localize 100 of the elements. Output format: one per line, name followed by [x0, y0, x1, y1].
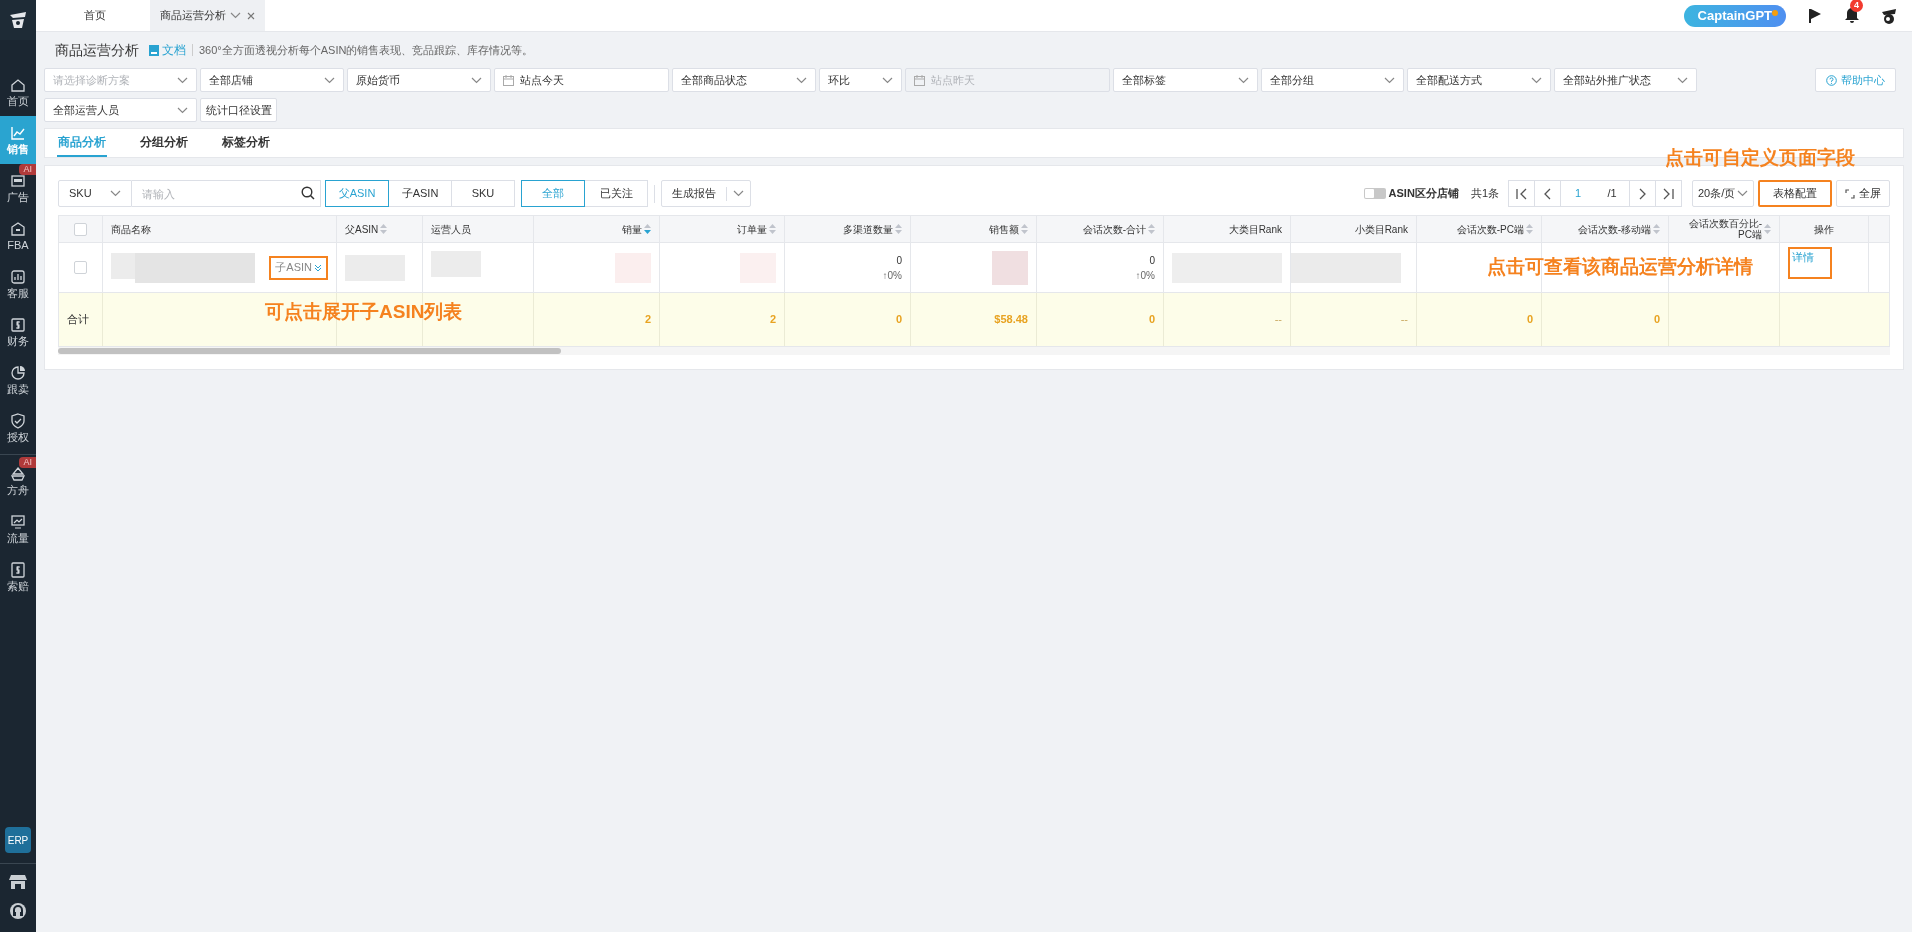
notification-badge: 4 [1850, 0, 1863, 12]
report-dropdown-button[interactable]: 生成报告 [661, 180, 751, 207]
tab[interactable]: 商品运营分析 [150, 0, 265, 31]
toggle-label: ASIN区分店铺 [1388, 186, 1459, 202]
chevron-down-icon [1238, 76, 1249, 84]
blurred-placeholder [992, 250, 1028, 285]
bell-icon[interactable] [1844, 7, 1860, 24]
tab[interactable]: 标签分析 [221, 129, 271, 157]
flag-icon[interactable] [1808, 7, 1822, 24]
user-avatar-icon[interactable] [1880, 6, 1898, 25]
segment-button[interactable]: SKU [451, 180, 515, 207]
dropdown[interactable]: 全部站外推广状态 [1554, 68, 1697, 92]
fullscreen-button[interactable]: 全屏 [1836, 180, 1890, 207]
sidebar-item[interactable]: 索赔 [0, 553, 36, 601]
dollar-icon [10, 317, 26, 333]
expand-child-asin-button[interactable]: 子ASIN [269, 255, 328, 280]
dropdown[interactable]: 全部标签 [1113, 68, 1258, 92]
sort-icon[interactable] [1764, 224, 1771, 234]
dropdown[interactable]: 全部分组 [1261, 68, 1404, 92]
column-header[interactable]: 订单量 [737, 223, 776, 235]
double-chevron-icon [314, 263, 322, 272]
next-page-button[interactable] [1629, 180, 1656, 207]
segment-button[interactable]: 已关注 [584, 180, 648, 207]
chevron-down-icon [110, 190, 121, 197]
checkbox[interactable] [74, 222, 87, 236]
sidebar-item[interactable]: AI 方舟 [0, 457, 36, 505]
column-header[interactable]: 会话次数-移动端 [1577, 223, 1660, 235]
search-icon[interactable] [301, 186, 315, 200]
sidebar-item[interactable]: 流量 [0, 505, 36, 553]
column-header[interactable]: 多渠道数量 [843, 223, 902, 235]
total-value: 2 [644, 312, 651, 328]
sidebar-item[interactable]: 跟卖 [0, 356, 36, 404]
sidebar-item[interactable]: 授权 [0, 404, 36, 452]
last-page-icon [1662, 186, 1675, 201]
first-page-icon [1515, 186, 1528, 201]
sort-icon[interactable] [380, 224, 388, 234]
total-value: 0 [1526, 312, 1533, 328]
sort-icon[interactable] [1653, 224, 1660, 234]
sidebar-item[interactable]: 首页 [0, 68, 36, 116]
chevron-down-icon [1737, 190, 1748, 197]
page-field[interactable]: 1 /1 [1560, 180, 1630, 207]
column-header[interactable]: 销量 [622, 223, 651, 235]
value-text: 0 [1149, 253, 1155, 268]
store-icon[interactable] [9, 874, 27, 890]
column-header[interactable]: 运营人员 [431, 223, 471, 235]
sidebar-item[interactable]: 财务 [0, 308, 36, 356]
sort-icon[interactable] [1148, 224, 1155, 234]
dropdown[interactable]: 全部店铺 [200, 68, 344, 92]
column-header[interactable]: 小类目Rank [1354, 223, 1408, 235]
ad-icon [10, 173, 26, 189]
sidebar-item[interactable]: AI 广告 [0, 164, 36, 212]
dropdown[interactable]: 原始货币 [347, 68, 491, 92]
tab[interactable]: 分组分析 [139, 129, 189, 157]
page-size-dropdown[interactable]: 20条/页 [1692, 180, 1754, 207]
previous-page-button[interactable] [1534, 180, 1561, 207]
headset-icon[interactable] [9, 902, 27, 920]
chevron-down-icon [796, 76, 807, 84]
column-header[interactable]: 商品名称 [111, 223, 151, 235]
ship-icon [10, 466, 26, 482]
table-settings-button[interactable]: 表格配置 [1758, 180, 1832, 207]
column-header[interactable]: 会话次数-合计 [1082, 223, 1155, 235]
date-field[interactable]: 站点今天 [494, 68, 669, 92]
sort-icon[interactable] [644, 224, 651, 234]
sort-icon[interactable] [1526, 224, 1533, 234]
sidebar-item[interactable]: FBA [0, 212, 36, 260]
chevron-down-icon [177, 76, 188, 84]
dropdown[interactable]: 全部运营人员 [44, 98, 197, 122]
tab[interactable]: 首页 [40, 0, 150, 31]
last-page-button[interactable] [1655, 180, 1682, 207]
sort-icon[interactable] [1021, 224, 1028, 234]
first-page-button[interactable] [1508, 180, 1535, 207]
close-icon[interactable] [247, 11, 255, 20]
column-header[interactable]: 会话次数百分比-PC端 [1677, 218, 1771, 240]
chevron-down-icon [177, 106, 188, 114]
dropdown[interactable]: 全部商品状态 [672, 68, 816, 92]
erp-button[interactable]: ERP [5, 827, 31, 853]
column-header[interactable]: 父ASIN [345, 223, 388, 235]
sidebar-item[interactable]: 客服 [0, 260, 36, 308]
total-value: 2 [769, 312, 776, 328]
toggle-switch[interactable] [1363, 188, 1386, 199]
sort-icon[interactable] [895, 224, 902, 234]
column-header[interactable]: 销售额 [989, 223, 1028, 235]
page-title: 商品运营分析 [55, 40, 139, 60]
chevron-down-icon [471, 76, 482, 84]
help-icon [1826, 74, 1837, 86]
annotation-text: 点击可自定义页面字段 [1665, 146, 1855, 170]
column-header[interactable]: 操作 [1814, 223, 1834, 235]
search-type-dropdown[interactable]: SKU [58, 180, 132, 207]
dropdown[interactable]: 全部配送方式 [1407, 68, 1551, 92]
segment-button[interactable]: 子ASIN [388, 180, 452, 207]
dropdown[interactable]: 环比 [819, 68, 902, 92]
search-field[interactable]: 请输入 [132, 180, 321, 207]
sort-icon[interactable] [769, 224, 776, 234]
receipt-icon [10, 562, 26, 578]
column-header[interactable]: 大类目Rank [1228, 223, 1282, 235]
scrollbar-thumb[interactable] [58, 348, 561, 354]
checkbox[interactable] [74, 261, 87, 274]
settings-button[interactable]: 统计口径设置 [200, 98, 277, 122]
column-header[interactable]: 会话次数-PC端 [1456, 223, 1533, 235]
change-text: ↑0% [882, 268, 902, 283]
